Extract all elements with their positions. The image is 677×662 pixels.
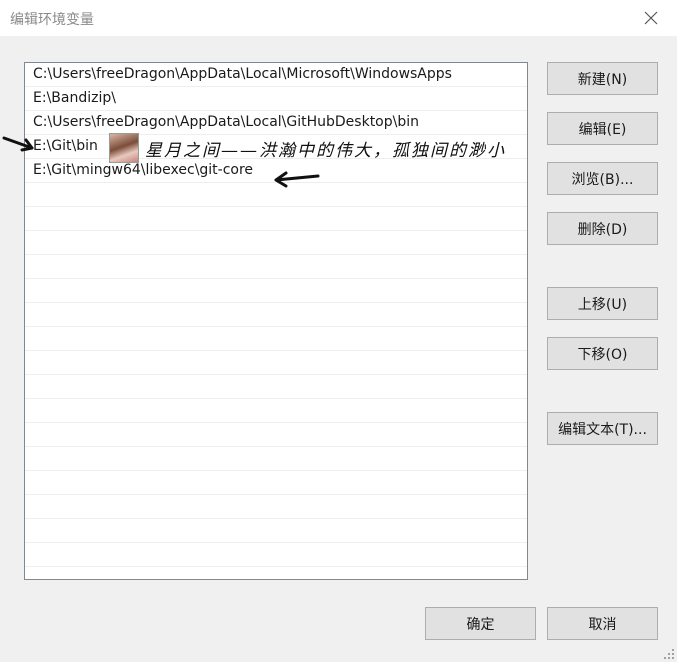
new-button[interactable]: 新建(N) [547,62,658,95]
empty-list-row [25,327,527,351]
empty-list-row [25,207,527,231]
avatar-image [109,133,139,163]
empty-list-row [25,255,527,279]
hand-drawn-arrow-icon [2,136,34,152]
window-title: 编辑环境变量 [10,12,94,28]
annotation-text: 星月之间——洪瀚中的伟大，孤独间的渺小 [145,141,506,161]
empty-list-row [25,543,527,567]
empty-list-row [25,471,527,495]
browse-button[interactable]: 浏览(B)... [547,162,658,195]
cancel-button[interactable]: 取消 [547,607,658,640]
empty-list-row [25,519,527,543]
delete-button[interactable]: 删除(D) [547,212,658,245]
empty-list-row [25,495,527,519]
close-button[interactable] [631,2,671,34]
empty-list-row [25,351,527,375]
path-list-item[interactable]: C:\Users\freeDragon\AppData\Local\GitHub… [25,111,527,135]
empty-list-row [25,375,527,399]
empty-list-row [25,279,527,303]
edit-button[interactable]: 编辑(E) [547,112,658,145]
edit-env-variable-dialog: 编辑环境变量 C:\Users\freeDragon\AppData\Local… [0,0,677,662]
empty-list-row [25,567,527,579]
edit-text-button[interactable]: 编辑文本(T)... [547,412,658,445]
hand-drawn-arrow-icon [274,171,320,188]
path-list-item[interactable]: E:\Bandizip\ [25,87,527,111]
empty-list-row [25,303,527,327]
ok-button[interactable]: 确定 [425,607,536,640]
empty-list-row [25,399,527,423]
empty-list-row [25,423,527,447]
empty-list-row [25,231,527,255]
close-icon [644,11,658,25]
move-up-button[interactable]: 上移(U) [547,287,658,320]
move-down-button[interactable]: 下移(O) [547,337,658,370]
title-bar: 编辑环境变量 [0,0,677,36]
path-list-item[interactable]: C:\Users\freeDragon\AppData\Local\Micros… [25,63,527,87]
resize-grip-icon[interactable] [663,648,675,660]
empty-list-row [25,447,527,471]
